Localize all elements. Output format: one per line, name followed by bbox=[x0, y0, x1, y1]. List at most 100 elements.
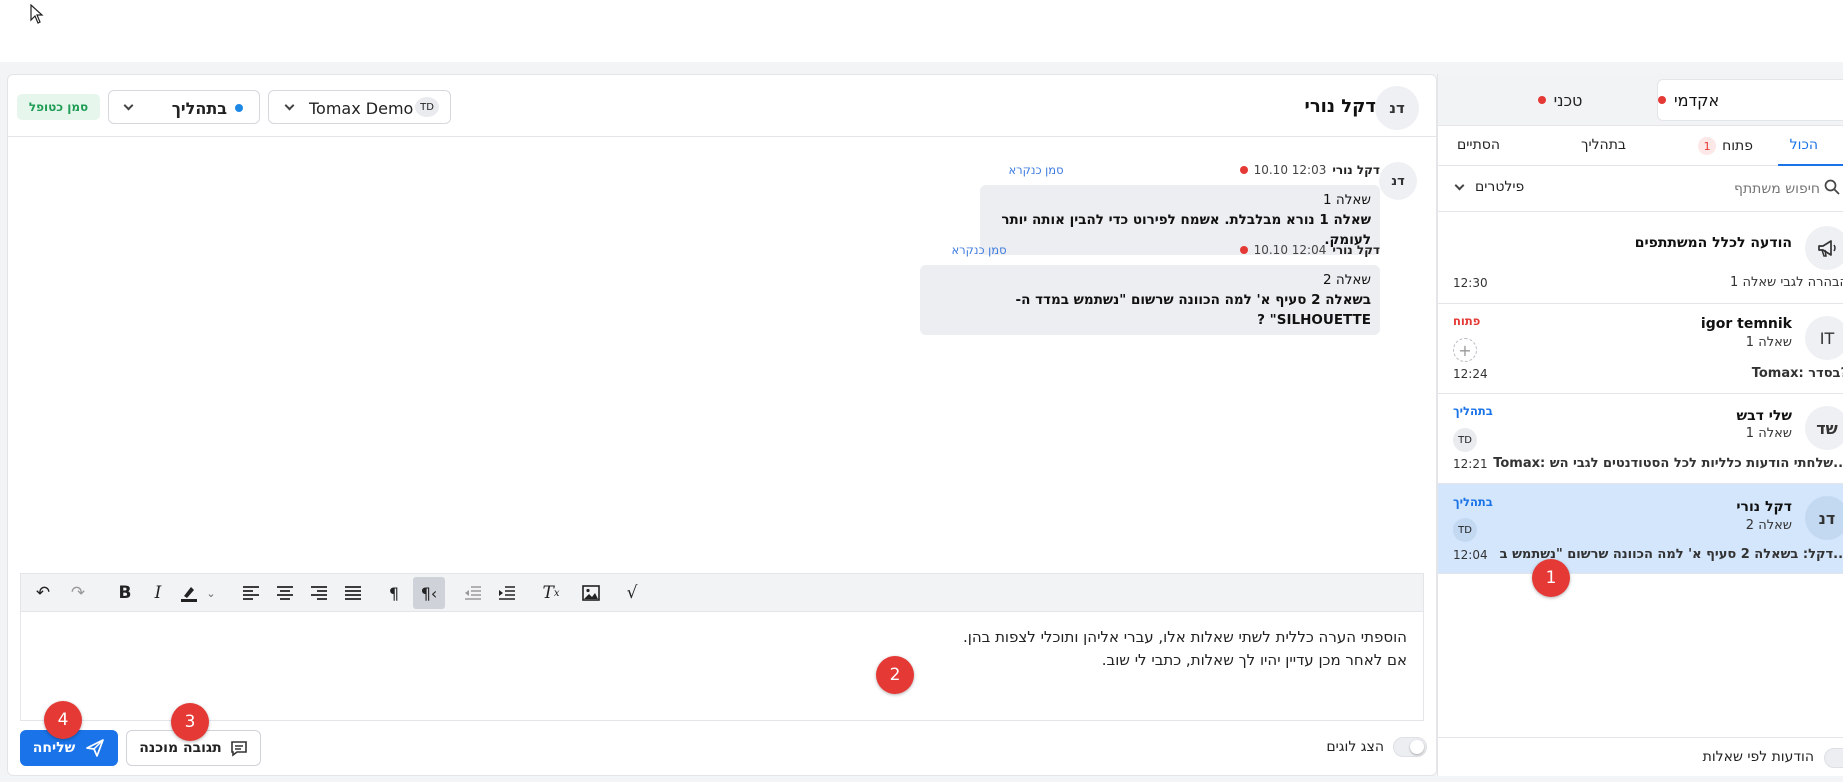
message-author: דקל נורי bbox=[1332, 243, 1380, 257]
highlight-icon[interactable] bbox=[176, 574, 202, 612]
assignee-avatar: TD bbox=[1453, 428, 1477, 452]
chevron-down-icon bbox=[284, 100, 295, 111]
course-dropdown[interactable]: Tomax Demo TD bbox=[268, 90, 451, 124]
message-timestamp: 10.10 12:03 bbox=[1253, 163, 1327, 177]
chat-bubble-icon bbox=[230, 741, 247, 757]
conversation-preview: Tomax: בסדר? bbox=[1751, 366, 1843, 381]
conversation-title: הודעה לכלל המשתתפים bbox=[1634, 235, 1792, 251]
filter-label: פתוח bbox=[1722, 138, 1753, 154]
search-icon bbox=[1824, 179, 1840, 195]
conversation-sidebar: אקדמי טכני הכול פתוח 1 בתהליך הסתיים חיפ… bbox=[1437, 74, 1843, 776]
alert-dot-icon bbox=[1537, 96, 1546, 104]
mark-read-link[interactable]: סמן כנקרא bbox=[952, 243, 1007, 257]
tab-label: אקדמי bbox=[1674, 90, 1720, 110]
message-body: בשאלה 2 סעיף א' למה הכוונה שרשום "נשתמש … bbox=[1015, 292, 1371, 328]
filter-label: הכול bbox=[1789, 137, 1818, 153]
formula-icon[interactable]: √ bbox=[617, 574, 647, 612]
conversation-name: igor temnik bbox=[1700, 316, 1792, 332]
conversation-item[interactable]: שד שלי דבש שאלה 1 בתהליך TD Tomax: שלחתי… bbox=[1438, 394, 1843, 484]
clear-format-icon[interactable]: Tx bbox=[536, 574, 566, 612]
open-count-badge: 1 bbox=[1698, 137, 1717, 155]
chat-panel: דנ דקל נורי Tomax Demo TD בתהליך סמן כטו… bbox=[7, 74, 1437, 776]
conversation-question: שאלה 2 bbox=[1745, 518, 1792, 533]
rtl-direction-icon[interactable]: ¶‹ bbox=[413, 577, 445, 609]
alert-dot-icon bbox=[1658, 96, 1666, 104]
unread-dot-icon bbox=[1239, 166, 1248, 174]
course-badge: TD bbox=[415, 97, 439, 117]
group-by-question-toggle[interactable] bbox=[1824, 748, 1843, 768]
top-bar bbox=[0, 0, 1843, 62]
conversation-question: שאלה 1 bbox=[1745, 335, 1792, 350]
align-right-icon[interactable] bbox=[304, 574, 334, 612]
filters-label: פילטרים bbox=[1475, 179, 1525, 195]
conversation-preview: הבהרה לגבי שאלה 1 bbox=[1730, 275, 1843, 290]
contact-avatar: IT bbox=[1805, 316, 1843, 360]
conversation-preview: Tomax: שלחתי הודעות כלליות לכל הסטודנטים… bbox=[1493, 456, 1843, 471]
editor-line: אם לאחר מכן עדיין יהיו לך שאלות, כתבי לי… bbox=[1101, 651, 1407, 669]
group-by-question-label: הודעות לפי שאלות bbox=[1702, 749, 1814, 765]
unread-dot-icon bbox=[1239, 246, 1248, 254]
editor-toolbar: ↶ ↷ B I ⌄ ¶ ¶‹ T x √ bbox=[20, 573, 1424, 611]
ltr-direction-icon[interactable]: ¶ bbox=[379, 574, 409, 612]
outdent-icon[interactable] bbox=[458, 574, 488, 612]
participant-search-input[interactable] bbox=[1598, 176, 1820, 202]
message-title: שאלה 2 bbox=[1323, 272, 1371, 288]
conversation-time: 12:24 bbox=[1453, 367, 1488, 381]
send-label: שליחה bbox=[32, 740, 76, 756]
annotation-marker-3: 3 bbox=[171, 703, 209, 741]
canned-reply-label: תגובה מוכנה bbox=[139, 740, 222, 756]
mark-read-link[interactable]: סמן כנקרא bbox=[1009, 163, 1064, 177]
category-tabs: אקדמי טכני bbox=[1438, 74, 1843, 126]
filter-in-progress[interactable]: בתהליך bbox=[1581, 137, 1626, 153]
align-center-icon[interactable] bbox=[270, 574, 300, 612]
bold-icon[interactable]: B bbox=[110, 574, 140, 612]
contact-avatar: שד bbox=[1805, 406, 1843, 450]
conversation-item[interactable]: IT igor temnik שאלה 1 פתוח + Tomax: בסדר… bbox=[1438, 304, 1843, 394]
status-dot-icon bbox=[235, 104, 243, 112]
undo-icon[interactable]: ↶ bbox=[27, 574, 59, 612]
redo-icon[interactable]: ↷ bbox=[62, 574, 94, 612]
conversation-time: 12:04 bbox=[1453, 548, 1488, 562]
conversation-time: 12:30 bbox=[1453, 276, 1488, 290]
tab-academic[interactable]: אקדמי bbox=[1657, 79, 1843, 121]
status-badge: בתהליך bbox=[1453, 495, 1493, 509]
app-shell: דנ דקל נורי Tomax Demo TD בתהליך סמן כטו… bbox=[0, 62, 1843, 782]
chevron-down-icon[interactable]: ⌄ bbox=[203, 574, 219, 612]
contact-name: דקל נורי bbox=[1304, 96, 1376, 117]
message-author: דקל נורי bbox=[1332, 163, 1380, 177]
conversation-question: שאלה 1 bbox=[1745, 426, 1792, 441]
indent-icon[interactable] bbox=[492, 574, 522, 612]
chevron-down-icon bbox=[123, 100, 134, 111]
toggle-knob bbox=[1410, 740, 1424, 754]
show-logs-toggle[interactable] bbox=[1393, 737, 1427, 757]
insert-image-icon[interactable] bbox=[576, 574, 606, 612]
status-dropdown[interactable]: בתהליך bbox=[108, 90, 260, 124]
message-title: שאלה 1 bbox=[1323, 192, 1371, 208]
filter-all[interactable]: הכול bbox=[1778, 126, 1843, 166]
paper-plane-icon bbox=[86, 739, 105, 757]
align-left-icon[interactable] bbox=[236, 574, 266, 612]
conversation-name: שלי דבש bbox=[1736, 408, 1792, 424]
annotation-marker-2: 2 bbox=[876, 656, 914, 694]
filters-dropdown[interactable]: פילטרים bbox=[1454, 179, 1525, 195]
tab-technical[interactable]: טכני bbox=[1500, 86, 1620, 114]
align-justify-icon[interactable] bbox=[338, 574, 368, 612]
status-label: בתהליך bbox=[171, 99, 227, 118]
annotation-marker-4: 4 bbox=[44, 701, 82, 739]
message-meta: דקל נורי 10.10 12:04 סמן כנקרא bbox=[952, 243, 1381, 257]
filter-open[interactable]: פתוח 1 bbox=[1698, 137, 1753, 155]
search-row: פילטרים bbox=[1438, 166, 1843, 212]
conversation-broadcast[interactable]: הודעה לכלל המשתתפים הבהרה לגבי שאלה 1 12… bbox=[1438, 212, 1843, 304]
mark-handled-tag[interactable]: סמן כטופל bbox=[17, 94, 100, 120]
message-avatar: דנ bbox=[1379, 162, 1417, 200]
status-badge: פתוח bbox=[1453, 314, 1481, 328]
italic-icon[interactable]: I bbox=[143, 574, 173, 612]
conversation-item-selected[interactable]: דנ דקל נורי שאלה 2 בתהליך TD דקל: בשאלה … bbox=[1438, 484, 1843, 574]
assign-button[interactable]: + bbox=[1453, 338, 1477, 362]
mouse-cursor-icon bbox=[30, 4, 44, 24]
filter-done[interactable]: הסתיים bbox=[1457, 137, 1500, 153]
chevron-down-icon bbox=[1454, 180, 1465, 191]
assignee-avatar: TD bbox=[1453, 518, 1477, 542]
reply-editor[interactable]: הוספתי הערה כללית לשתי שאלות אלו, עברי א… bbox=[20, 611, 1424, 721]
contact-avatar: דנ bbox=[1375, 86, 1419, 130]
